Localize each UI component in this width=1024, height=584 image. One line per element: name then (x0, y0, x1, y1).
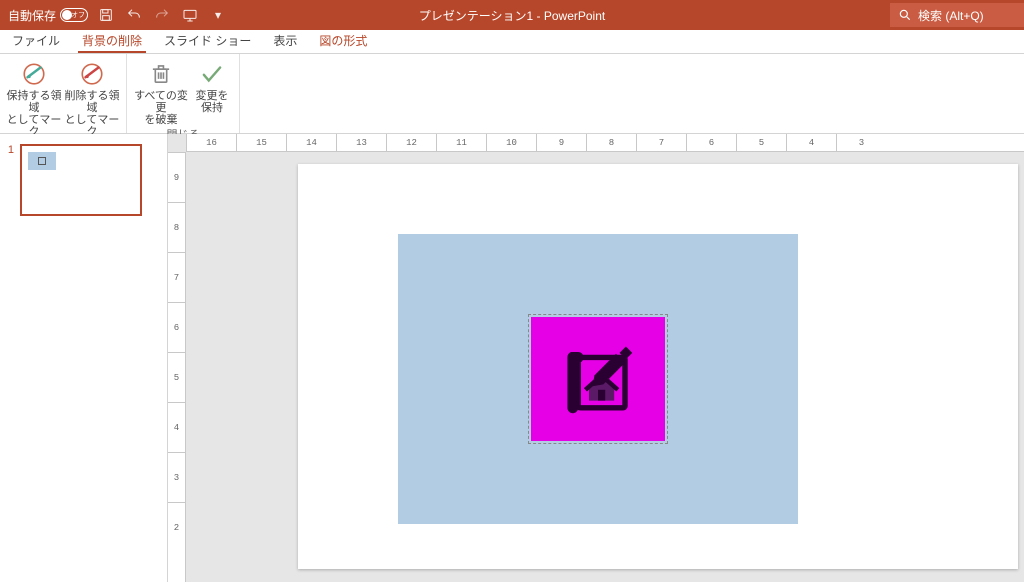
search-box[interactable]: 検索 (Alt+Q) (890, 3, 1024, 27)
ribbon: 保持する領域 としてマーク 削除する領域 としてマーク 設定し直す すべての変更… (0, 54, 1024, 134)
mark-keep-icon (20, 60, 48, 88)
slide-thumbnail[interactable] (20, 144, 142, 216)
foreground-region (531, 317, 665, 441)
qat-customize-icon[interactable]: ▾ (208, 5, 228, 25)
slide-canvas-wrap (298, 164, 1018, 584)
tab-file[interactable]: ファイル (8, 28, 64, 53)
tab-picture-format[interactable]: 図の形式 (315, 28, 371, 53)
slide-canvas[interactable] (298, 164, 1018, 569)
search-placeholder: 検索 (Alt+Q) (918, 7, 984, 24)
autosave-label: 自動保存 (8, 7, 56, 24)
slide-number: 1 (6, 144, 14, 216)
ribbon-group-refine: 保持する領域 としてマーク 削除する領域 としてマーク 設定し直す (0, 54, 127, 133)
vertical-ruler: 98765432 (168, 152, 186, 582)
mark-areas-to-keep-button[interactable]: 保持する領域 としてマーク (6, 58, 62, 138)
mark-areas-to-remove-button[interactable]: 削除する領域 としてマーク (64, 58, 120, 138)
ribbon-tabs: ファイル 背景の削除 スライド ショー 表示 図の形式 (0, 30, 1024, 54)
tab-background-removal[interactable]: 背景の削除 (78, 28, 146, 53)
search-icon (898, 8, 912, 22)
blueprint-house-icon (553, 334, 643, 424)
tab-view[interactable]: 表示 (269, 28, 301, 53)
save-icon[interactable] (96, 5, 116, 25)
keep-icon (198, 60, 226, 88)
mark-remove-icon (78, 60, 106, 88)
autosave-toggle[interactable]: 自動保存 オフ (8, 7, 88, 24)
redo-icon[interactable] (152, 5, 172, 25)
background-removal-selection[interactable] (528, 314, 668, 444)
ribbon-group-close: すべての変更 を破棄 変更を 保持 閉じる (127, 54, 240, 133)
slide-thumbnail-panel: 1 (0, 134, 168, 582)
keep-changes-button[interactable]: 変更を 保持 (191, 58, 233, 114)
horizontal-ruler: 161514131211109876543 (186, 134, 1024, 152)
present-from-start-icon[interactable] (180, 5, 200, 25)
title-bar: 自動保存 オフ ▾ プレゼンテーション1 - PowerPoint 検索 (Al… (0, 0, 1024, 30)
discard-icon (147, 60, 175, 88)
work-area: 1 161514131211109876543 98765432 (0, 134, 1024, 582)
discard-all-changes-button[interactable]: すべての変更 を破棄 (133, 58, 189, 126)
undo-icon[interactable] (124, 5, 144, 25)
thumbnail-preview-shape (28, 152, 56, 170)
toggle-pill[interactable]: オフ (60, 8, 88, 22)
slide-editor[interactable]: 161514131211109876543 98765432 (168, 134, 1024, 582)
tab-slideshow[interactable]: スライド ショー (160, 28, 255, 53)
slide-thumbnail-row[interactable]: 1 (6, 144, 161, 216)
